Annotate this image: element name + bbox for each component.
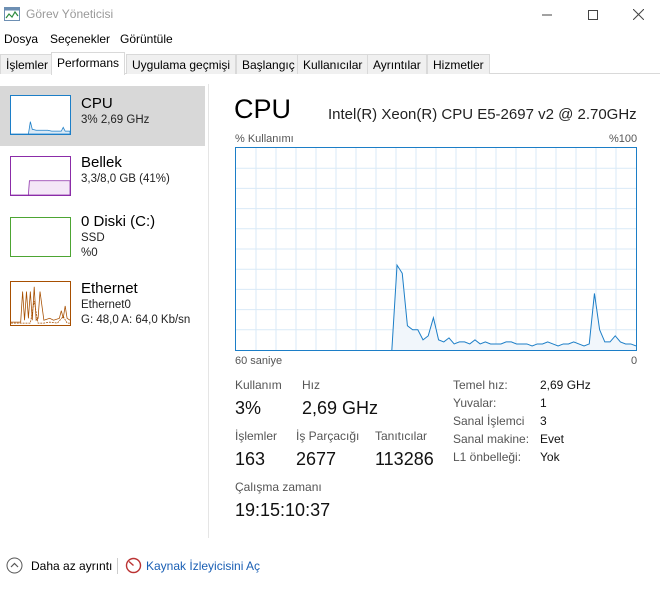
virtual-processors-label: Sanal İşlemci bbox=[453, 414, 525, 428]
cpu-usage-graph bbox=[235, 147, 637, 351]
sidebar-item-subtitle-2: G: 48,0 A: 64,0 Kb/sn bbox=[81, 314, 190, 326]
virtual-machine-label: Sanal makine: bbox=[453, 432, 530, 446]
sidebar-item-title: Ethernet bbox=[81, 280, 138, 297]
sidebar-item-cpu[interactable]: CPU 3% 2,69 GHz bbox=[0, 86, 205, 146]
virtual-processors-value: 3 bbox=[540, 414, 547, 428]
sidebar-item-memory[interactable]: Bellek 3,3/8,0 GB (41%) bbox=[0, 148, 205, 214]
title-bar: Görev Yöneticisi bbox=[0, 0, 660, 29]
chevron-up-icon[interactable] bbox=[6, 557, 23, 574]
minimize-icon bbox=[542, 14, 552, 15]
resource-monitor-icon bbox=[125, 557, 142, 574]
send-rate: G: 48,0 bbox=[81, 314, 119, 326]
handles-value: 113286 bbox=[375, 449, 434, 469]
sidebar-item-disk[interactable]: 0 Diski (C:) SSD %0 bbox=[0, 212, 205, 278]
utilization-label: Kullanım bbox=[235, 378, 282, 392]
task-manager-icon bbox=[4, 7, 20, 21]
menu-options[interactable]: Seçenekler bbox=[50, 32, 110, 46]
window-title: Görev Yöneticisi bbox=[26, 7, 114, 21]
cpu-model-name: Intel(R) Xeon(R) CPU E5-2697 v2 @ 2.70GH… bbox=[328, 106, 637, 123]
l1-cache-label: L1 önbelleği: bbox=[453, 450, 522, 464]
processes-label: İşlemler bbox=[235, 429, 278, 443]
base-speed-label: Temel hız: bbox=[453, 378, 508, 392]
sidebar-item-title: CPU bbox=[81, 95, 113, 112]
virtual-machine-value: Evet bbox=[540, 432, 565, 446]
tab-users[interactable]: Kullanıcılar bbox=[297, 54, 369, 74]
sidebar-item-subtitle: 3% 2,69 GHz bbox=[81, 114, 150, 126]
sidebar-item-subtitle-2: %0 bbox=[81, 247, 98, 259]
sockets-label: Yuvalar: bbox=[453, 396, 497, 410]
menu-view[interactable]: Görüntüle bbox=[120, 32, 173, 46]
resource-list: CPU 3% 2,69 GHz Bellek 3,3/8,0 GB (41%) … bbox=[0, 84, 209, 538]
receive-rate: A: 64,0 Kb/sn bbox=[121, 314, 191, 326]
maximize-button[interactable] bbox=[570, 0, 616, 29]
graph-time-label: 60 saniye bbox=[235, 355, 283, 367]
tab-performance[interactable]: Performans bbox=[51, 52, 126, 75]
threads-value: 2677 bbox=[296, 449, 337, 469]
graph-zero-label: 0 bbox=[631, 355, 638, 367]
tab-bar: İşlemler Performans Uygulama geçmişi Baş… bbox=[0, 52, 660, 75]
utilization-value: 3% bbox=[235, 398, 262, 418]
handles-label: Tanıtıcılar bbox=[375, 429, 428, 443]
graph-label-max: %100 bbox=[609, 133, 638, 145]
speed-value: 2,69 GHz bbox=[302, 398, 379, 418]
graph-label-usage: % Kullanımı bbox=[235, 133, 294, 145]
sockets-value: 1 bbox=[540, 396, 547, 410]
tab-processes[interactable]: İşlemler bbox=[0, 54, 55, 74]
fewer-details-link[interactable]: Daha az ayrıntı bbox=[31, 559, 112, 573]
close-icon bbox=[632, 9, 644, 20]
sidebar-item-title: Bellek bbox=[81, 154, 122, 171]
cpu-usage-area bbox=[391, 265, 636, 350]
maximize-icon bbox=[588, 9, 598, 20]
footer-divider bbox=[117, 558, 118, 574]
processes-value: 163 bbox=[235, 449, 266, 469]
uptime-label: Çalışma zamanı bbox=[235, 480, 322, 494]
tab-services[interactable]: Hizmetler bbox=[427, 54, 490, 74]
close-button[interactable] bbox=[615, 0, 660, 29]
open-resource-monitor-link[interactable]: Kaynak İzleyicisini Aç bbox=[146, 559, 260, 573]
menu-file[interactable]: Dosya bbox=[4, 32, 38, 46]
sidebar-item-ethernet[interactable]: Ethernet Ethernet0 G: 48,0 A: 64,0 Kb/sn bbox=[0, 276, 205, 336]
ethernet-thumbnail-graph bbox=[10, 281, 71, 326]
tab-details[interactable]: Ayrıntılar bbox=[367, 54, 427, 74]
base-speed-value: 2,69 GHz bbox=[540, 378, 591, 392]
sidebar-item-title: 0 Diski (C:) bbox=[81, 213, 156, 230]
tab-startup[interactable]: Başlangıç bbox=[236, 54, 301, 74]
threads-label: İş Parçacığı bbox=[296, 429, 360, 443]
disk-thumbnail-graph bbox=[10, 217, 71, 257]
cpu-thumbnail-graph bbox=[10, 95, 71, 135]
tab-app-history[interactable]: Uygulama geçmişi bbox=[126, 54, 237, 74]
menu-bar: Dosya Seçenekler Görüntüle bbox=[0, 29, 660, 49]
sidebar-item-subtitle: Ethernet0 bbox=[81, 299, 131, 311]
l1-cache-value: Yok bbox=[540, 450, 560, 464]
sidebar-item-subtitle: 3,3/8,0 GB (41%) bbox=[81, 173, 170, 185]
memory-thumbnail-graph bbox=[10, 156, 71, 196]
page-title: CPU bbox=[234, 94, 292, 124]
sidebar-item-subtitle: SSD bbox=[81, 232, 105, 244]
uptime-value: 19:15:10:37 bbox=[235, 500, 331, 520]
minimize-button[interactable] bbox=[524, 0, 570, 29]
speed-label: Hız bbox=[302, 378, 320, 392]
